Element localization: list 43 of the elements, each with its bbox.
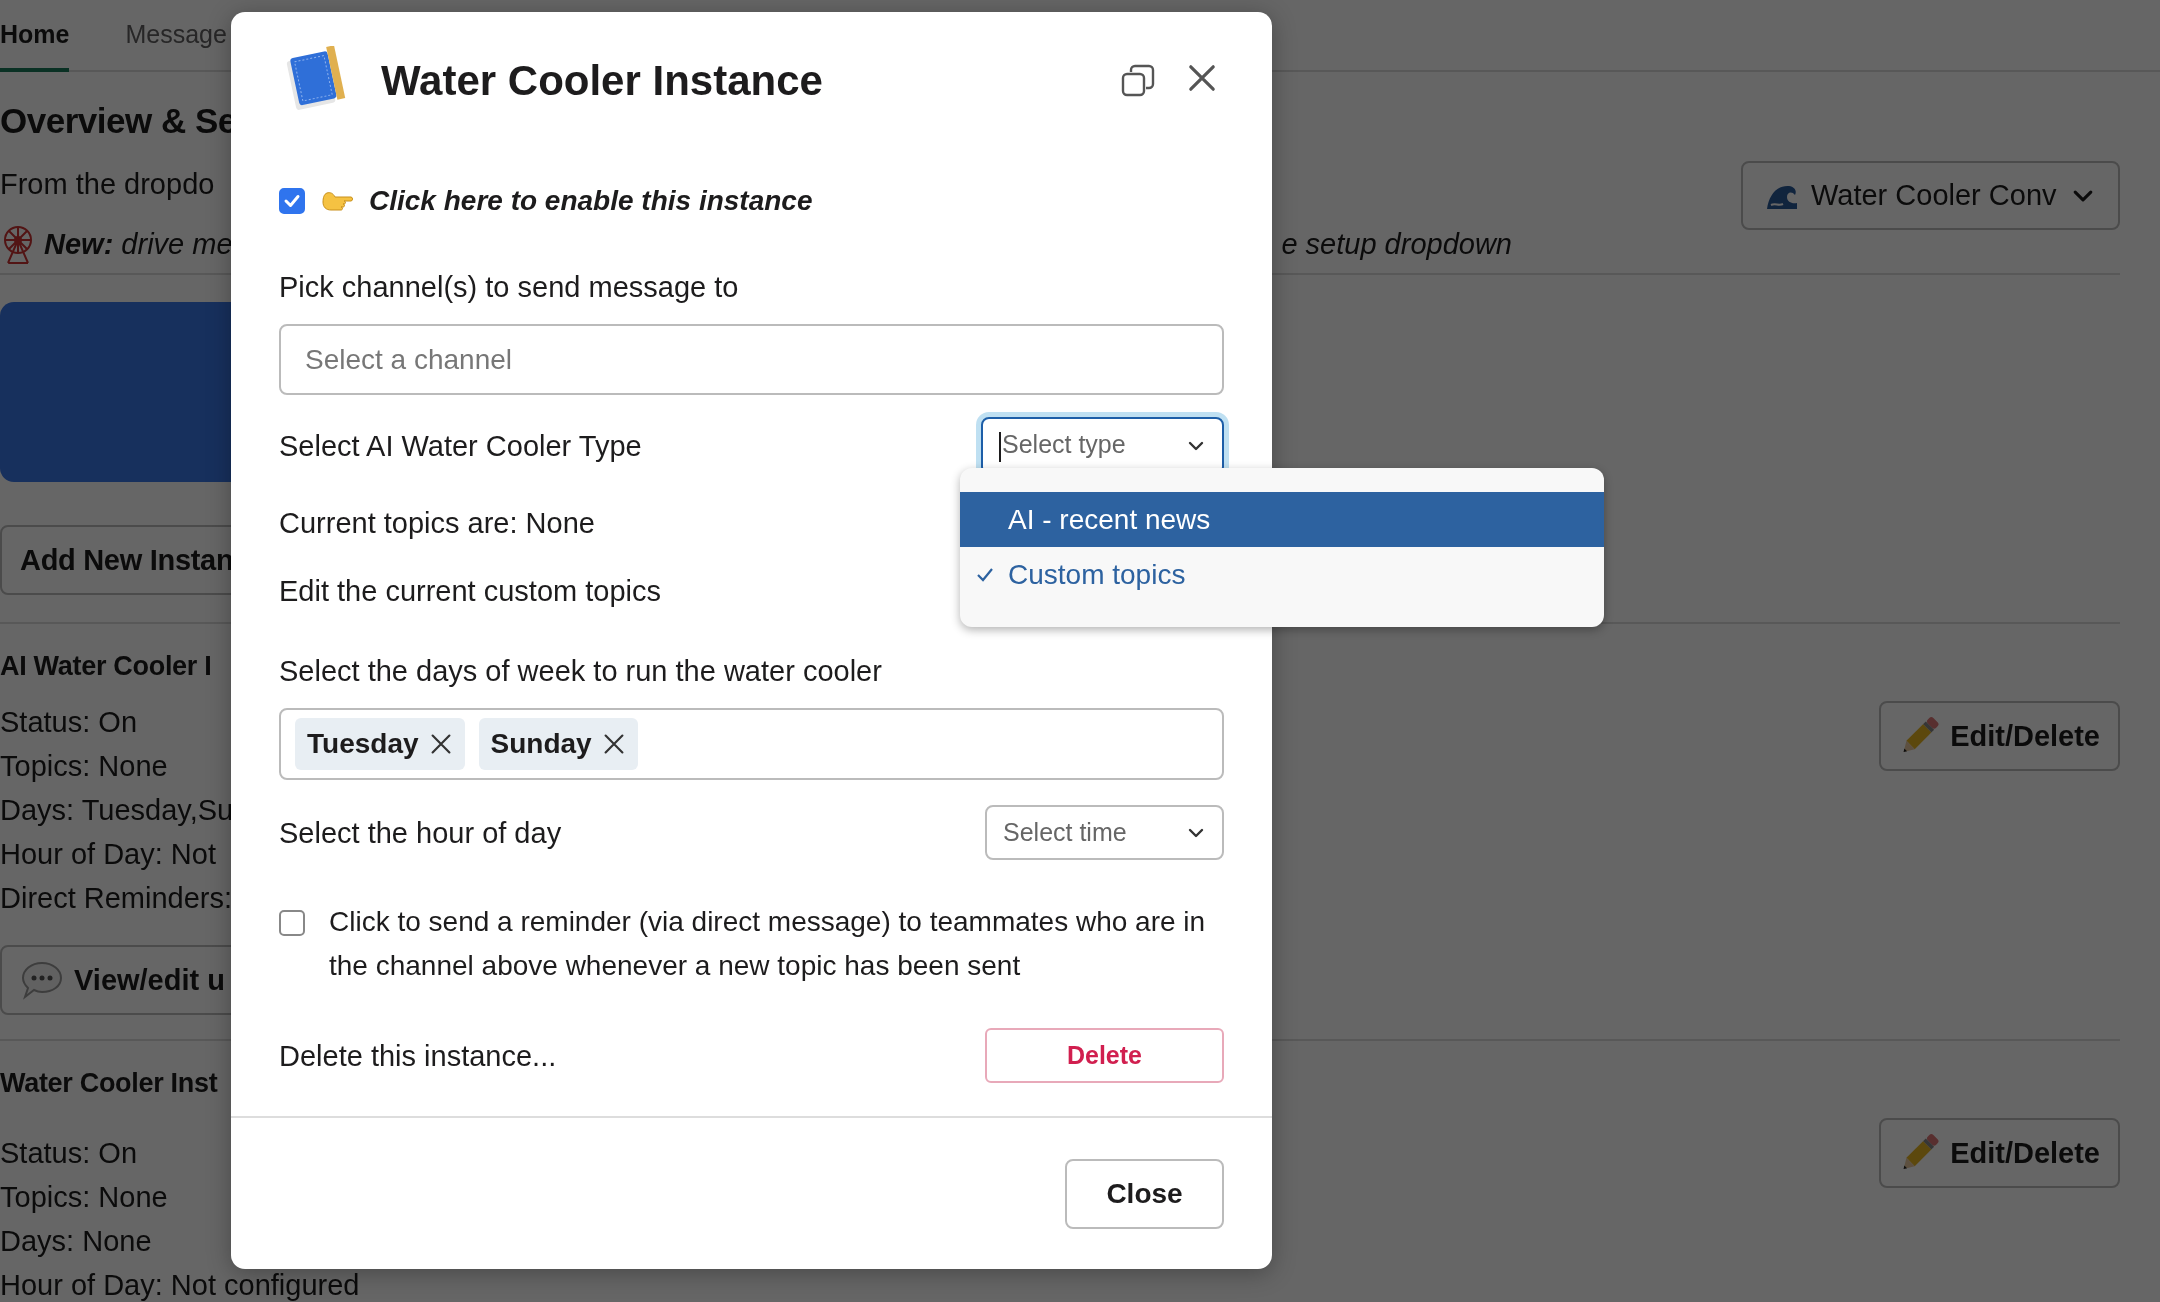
intro-text: From the dropdo <box>0 167 215 202</box>
conversation-select[interactable]: Water Cooler Conv <box>1741 161 2120 230</box>
tab[interactable]: Message <box>125 0 227 72</box>
dialog-title: Water Cooler Instance <box>381 57 824 105</box>
text-cursor <box>999 431 1001 462</box>
delete-label: Delete this instance... <box>279 1038 557 1074</box>
remove-icon[interactable] <box>601 732 626 756</box>
field-label: Select the days of week to run the water cooler <box>279 654 882 689</box>
channel-select-field[interactable]: Select a channel <box>279 324 1224 395</box>
instance-detail: Topics: None <box>0 1180 168 1215</box>
instance-title: Water Cooler Inst <box>0 1067 218 1100</box>
notice-text: e setup dropdown <box>1281 227 1512 262</box>
instance-detail: Status: On <box>0 705 137 740</box>
enable-checkbox[interactable] <box>279 188 305 214</box>
instance-detail: Hour of Day: Not configured <box>0 1268 360 1302</box>
chip-label: Sunday <box>490 728 592 760</box>
instance-detail: Days: Tuesday,Su <box>0 793 234 828</box>
copy-icon[interactable] <box>1120 63 1156 99</box>
reminder-checkbox[interactable] <box>279 910 305 936</box>
tab[interactable]: Home <box>0 0 70 72</box>
delete-button[interactable]: Delete <box>985 1028 1224 1083</box>
field-label: Select AI Water Cooler Type <box>279 429 642 464</box>
time-select[interactable]: Select time <box>985 805 1224 860</box>
chip-label: Tuesday <box>307 728 419 760</box>
enable-label: Click here to enable this instance <box>369 185 813 217</box>
instance-title: AI Water Cooler I <box>0 650 212 683</box>
speech-bubble-icon <box>20 960 64 1000</box>
dropdown-option[interactable]: AI - recent news <box>960 492 1604 547</box>
pointing-hand-icon <box>321 189 353 213</box>
days-multiselect[interactable]: Tuesday Sunday <box>279 708 1224 780</box>
remove-icon[interactable] <box>428 732 453 756</box>
instance-detail: Direct Reminders: <box>0 881 233 916</box>
field-label: Pick channel(s) to send message to <box>279 270 739 305</box>
close-button[interactable]: Close <box>1065 1159 1224 1229</box>
notice-text: New: drive me <box>44 227 233 262</box>
edit-delete-button[interactable]: Edit/Delete <box>1879 1118 2120 1188</box>
field-label: Select the hour of day <box>279 815 562 851</box>
dropdown-option[interactable]: Custom topics <box>960 547 1604 602</box>
instance-detail: Status: On <box>0 1136 137 1171</box>
instance-detail: Days: None <box>0 1224 152 1259</box>
instance-detail: Hour of Day: Not <box>0 837 216 872</box>
edit-delete-button[interactable]: Edit/Delete <box>1879 701 2120 771</box>
instance-detail: Topics: None <box>0 749 168 784</box>
